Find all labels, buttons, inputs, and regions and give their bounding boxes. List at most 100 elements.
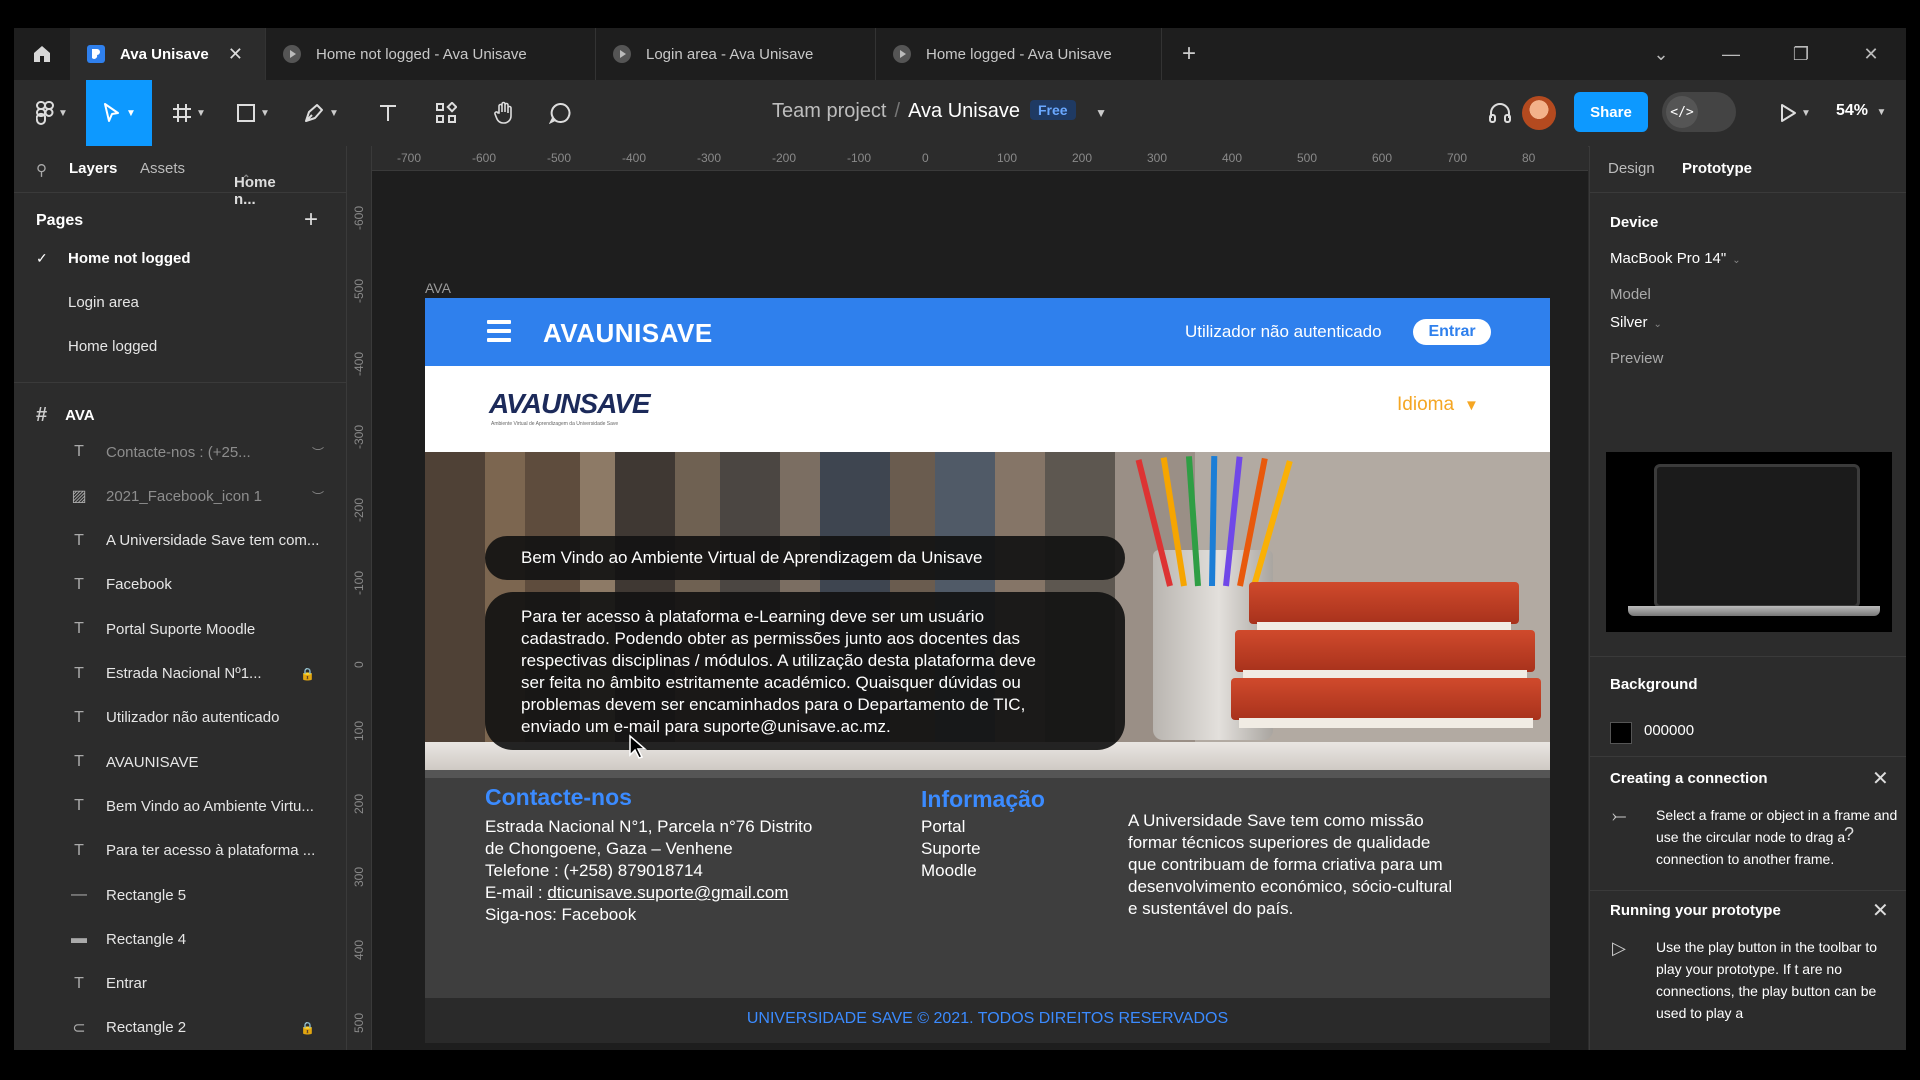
layer-item[interactable]: T Contacte-nos : (+25... ︶ bbox=[68, 440, 338, 464]
tab-home-not-logged[interactable]: Home not logged - Ava Unisave bbox=[266, 28, 596, 80]
layer-item[interactable]: T Para ter acesso à plataforma ... bbox=[68, 839, 338, 863]
tab-home-logged[interactable]: Home logged - Ava Unisave bbox=[876, 28, 1162, 80]
prototype-play-icon bbox=[282, 44, 302, 64]
new-tab-icon[interactable]: + bbox=[1182, 40, 1196, 68]
close-icon[interactable]: ✕ bbox=[1872, 766, 1889, 791]
design-frame-ava[interactable]: AVAUNISAVE Utilizador não autenticado En… bbox=[425, 298, 1550, 1043]
minimize-icon[interactable]: — bbox=[1696, 44, 1766, 65]
device-select[interactable]: MacBook Pro 14" ⌄ bbox=[1610, 250, 1741, 267]
email-link[interactable]: dticunisave.suporte@gmail.com bbox=[547, 883, 788, 902]
chevron-down-icon: ▼ bbox=[329, 107, 339, 119]
close-window-icon[interactable]: ✕ bbox=[1836, 44, 1906, 65]
home-button[interactable] bbox=[14, 28, 70, 80]
model-select[interactable]: Silver ⌄ bbox=[1610, 314, 1662, 331]
layer-item[interactable]: T Utilizador não autenticado bbox=[68, 706, 338, 730]
user-status: Utilizador não autenticado bbox=[1185, 322, 1382, 341]
text-layer-icon: T bbox=[74, 575, 84, 593]
layer-name: Utilizador não autenticado bbox=[106, 709, 280, 727]
avatar[interactable] bbox=[1522, 96, 1556, 130]
layer-frame-ava[interactable]: # AVA bbox=[36, 404, 95, 427]
zoom-level[interactable]: 54% ▼ bbox=[1836, 102, 1886, 120]
close-icon[interactable]: ✕ bbox=[1872, 898, 1889, 923]
unisave-logo: AVAUNSAVE Ambiente Virtual de Aprendizag… bbox=[489, 388, 651, 432]
frame-tool[interactable]: ▼ bbox=[164, 80, 214, 146]
help-icon[interactable]: ? bbox=[1844, 824, 1854, 845]
hidden-eye-icon[interactable]: ︶ bbox=[312, 444, 324, 461]
move-tool[interactable]: ▼ bbox=[86, 80, 152, 146]
layer-item[interactable]: — Rectangle 5 bbox=[68, 883, 338, 907]
rect-layer-icon: ▬ bbox=[71, 930, 87, 948]
connection-text: Select a frame or object in a frame and … bbox=[1656, 807, 1898, 867]
dev-mode-toggle[interactable]: </> bbox=[1662, 92, 1736, 132]
comment-tool[interactable] bbox=[540, 80, 580, 146]
tab-design[interactable]: Design bbox=[1608, 160, 1655, 177]
mouse-cursor-icon bbox=[629, 734, 648, 759]
chevron-down-icon: ⌄ bbox=[1732, 255, 1741, 266]
ruler-tick-label: -300 bbox=[697, 151, 722, 165]
info-link-portal[interactable]: Portal bbox=[921, 816, 981, 838]
chevron-down-icon: ▼ bbox=[126, 107, 136, 119]
shape-tool[interactable]: ▼ bbox=[228, 80, 278, 146]
hidden-eye-icon[interactable]: ︶ bbox=[312, 488, 324, 505]
ava-footer: Contacte-nos Estrada Nacional N°1, Parce… bbox=[425, 770, 1550, 998]
layer-item[interactable]: ▬ Rectangle 4 bbox=[68, 927, 338, 951]
audio-button[interactable] bbox=[1480, 80, 1520, 146]
layer-item[interactable]: T Portal Suporte Moodle bbox=[68, 617, 338, 641]
info-link-suporte[interactable]: Suporte bbox=[921, 838, 981, 860]
page-item-home-logged[interactable]: Home logged bbox=[68, 338, 157, 355]
book-stack-image bbox=[1231, 678, 1541, 728]
hand-tool[interactable] bbox=[484, 80, 524, 146]
ruler-tick-label: -600 bbox=[472, 151, 497, 165]
tab-login-area[interactable]: Login area - Ava Unisave bbox=[596, 28, 876, 80]
layer-item[interactable]: T Bem Vindo ao Ambiente Virtu... bbox=[68, 794, 338, 818]
language-selector[interactable]: Idioma ▼ bbox=[1397, 394, 1479, 416]
ruler-tick-label: 400 bbox=[1222, 151, 1243, 165]
page-item-home-not-logged[interactable]: Home not logged bbox=[68, 250, 191, 267]
canvas[interactable]: -700 -600 -500 -400 -300 -200 -100 0 100 200 300 40… bbox=[347, 146, 1588, 1050]
team-name[interactable]: Team project bbox=[772, 100, 887, 122]
chevron-down-icon[interactable]: ▼ bbox=[1095, 106, 1107, 120]
frame-label[interactable]: AVA bbox=[425, 280, 451, 296]
tab-assets[interactable]: Assets bbox=[140, 160, 185, 177]
close-tab-icon[interactable]: ✕ bbox=[228, 44, 243, 65]
main-menu-button[interactable]: ▼ bbox=[28, 80, 76, 146]
layer-item[interactable]: T Estrada Nacional Nº1... 🔒 bbox=[68, 662, 338, 686]
follow-line[interactable]: Siga-nos: Facebook bbox=[485, 904, 812, 926]
intro-line: Para ter acesso à plataforma e-Learning … bbox=[521, 607, 985, 626]
page-item-login-area[interactable]: Login area bbox=[68, 294, 139, 311]
tab-label: Ava Unisave bbox=[120, 45, 209, 63]
search-icon[interactable]: ⚲ bbox=[36, 161, 47, 179]
info-link-moodle[interactable]: Moodle bbox=[921, 860, 981, 882]
login-button[interactable]: Entrar bbox=[1413, 319, 1491, 345]
lock-icon[interactable]: 🔒 bbox=[300, 667, 315, 681]
tab-layers[interactable]: Layers bbox=[69, 160, 117, 177]
layer-item[interactable]: T Facebook bbox=[68, 573, 338, 597]
lock-icon[interactable]: 🔒 bbox=[300, 1021, 315, 1035]
tab-ava-unisave[interactable]: Ava Unisave ✕ bbox=[70, 28, 266, 80]
background-color-swatch[interactable] bbox=[1610, 722, 1632, 744]
tab-prototype[interactable]: Prototype bbox=[1682, 160, 1752, 177]
layer-item[interactable]: T A Universidade Save tem com... bbox=[68, 529, 338, 553]
window-controls: ⌄ — ❐ ✕ bbox=[1626, 28, 1906, 80]
background-hex-input[interactable]: 000000 bbox=[1644, 722, 1694, 739]
hamburger-menu-icon[interactable] bbox=[487, 320, 511, 347]
file-name[interactable]: Ava Unisave bbox=[908, 100, 1020, 122]
layer-item[interactable]: T AVAUNISAVE bbox=[68, 750, 338, 774]
restore-icon[interactable]: ❐ bbox=[1766, 44, 1836, 65]
text-tool[interactable] bbox=[368, 80, 408, 146]
layer-item[interactable]: ▨ 2021_Facebook_icon 1 ︶ bbox=[68, 484, 338, 508]
present-button[interactable]: ▼ bbox=[1772, 80, 1818, 146]
layer-item[interactable]: ⊂ Rectangle 2 🔒 bbox=[68, 1016, 338, 1040]
chevron-down-icon[interactable]: ⌄ bbox=[1626, 44, 1696, 65]
home-icon bbox=[34, 46, 50, 62]
preview-label: Preview bbox=[1610, 350, 1664, 367]
ruler-vertical: -600 -500 -400 -300 -200 -100 0 100 200 300 400 500 bbox=[347, 146, 372, 1050]
resources-tool[interactable] bbox=[426, 80, 466, 146]
layer-name: Portal Suporte Moodle bbox=[106, 620, 256, 638]
frame-name: AVA bbox=[65, 407, 95, 424]
add-page-icon[interactable]: + bbox=[304, 206, 318, 234]
pen-tool[interactable]: ▼ bbox=[296, 80, 346, 146]
share-button[interactable]: Share bbox=[1574, 92, 1648, 132]
layer-item[interactable]: T Entrar bbox=[68, 972, 338, 996]
info-links: Portal Suporte Moodle bbox=[921, 816, 981, 882]
